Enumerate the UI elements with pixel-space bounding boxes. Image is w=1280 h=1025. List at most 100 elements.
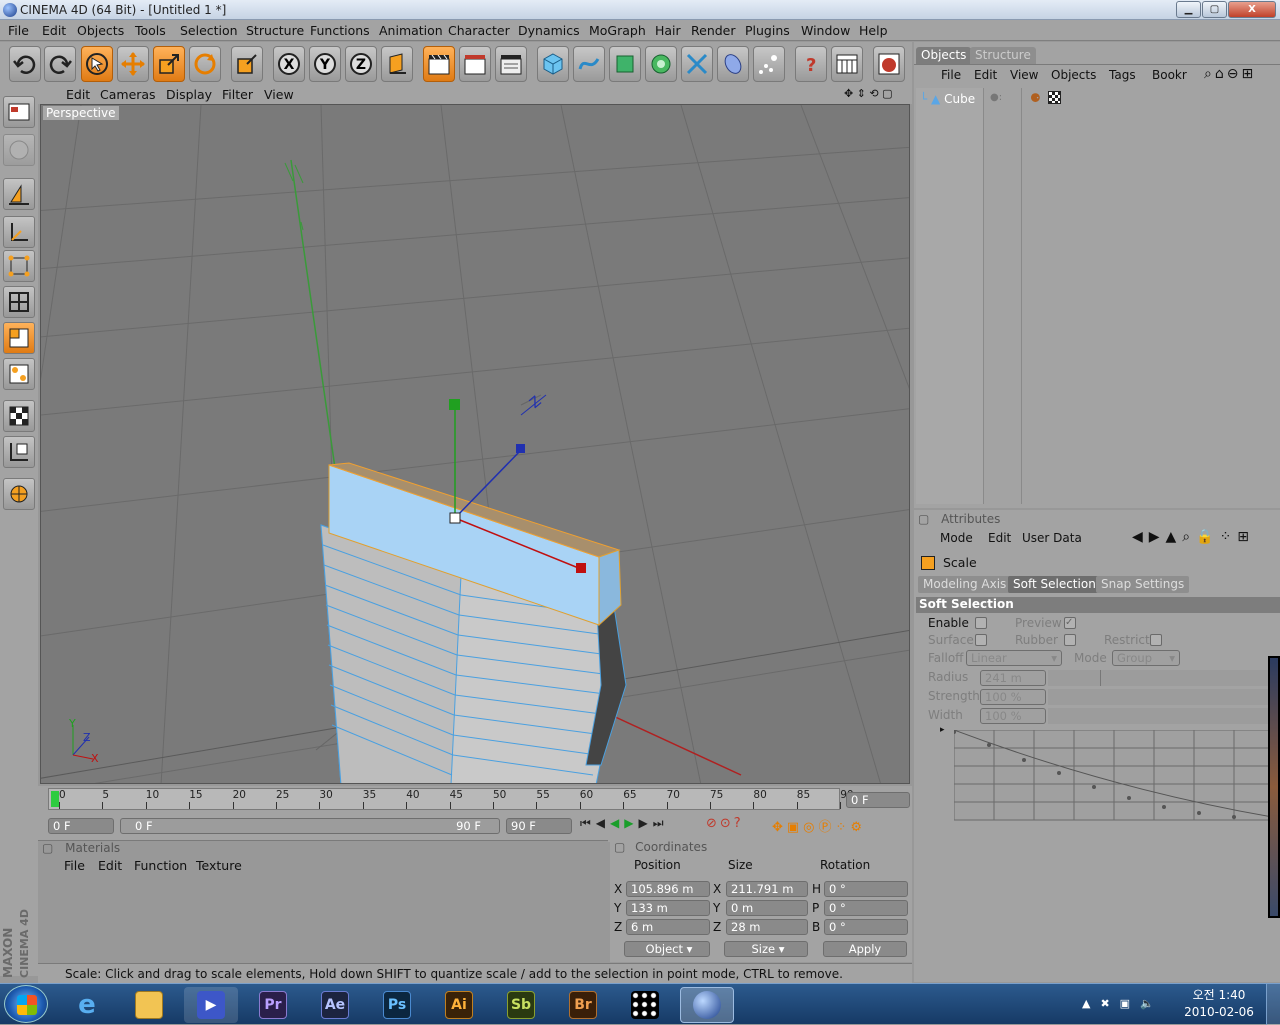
object-row-cube[interactable]: └ ▲ Cube — [920, 92, 984, 108]
cinema4d-app-icon[interactable] — [3, 3, 17, 17]
position-field[interactable]: 133 m — [626, 900, 710, 916]
live-selection-button[interactable] — [81, 46, 113, 82]
phong-tag-icon[interactable]: ⚈ — [1030, 91, 1041, 105]
radius-slider-handle[interactable] — [1100, 670, 1101, 686]
deformer-button[interactable] — [681, 46, 713, 82]
position-field[interactable]: 105.896 m — [626, 881, 710, 897]
rubber-checkbox[interactable] — [1064, 634, 1076, 646]
taskbar-ie[interactable]: e — [60, 987, 114, 1023]
recent-tool-button[interactable] — [231, 46, 263, 82]
render-picture-viewer-button[interactable] — [459, 46, 491, 82]
materials-menu-texture[interactable]: Texture — [196, 858, 242, 873]
start-button[interactable] — [4, 985, 48, 1023]
timeline-button[interactable] — [831, 46, 863, 82]
mode-dropdown[interactable]: Group ▾ — [1112, 650, 1180, 666]
apply-button[interactable]: Apply — [823, 941, 907, 957]
attributes-menu-mode[interactable]: Mode — [940, 531, 973, 545]
taskbar-soundbooth[interactable]: Sb — [494, 987, 548, 1023]
workplane-button[interactable] — [3, 436, 35, 468]
radius-field[interactable]: 241 m — [980, 670, 1046, 686]
position-field[interactable]: 6 m — [626, 919, 710, 935]
y-axis-lock-button[interactable]: Y — [309, 46, 341, 82]
edges-mode-button[interactable] — [3, 286, 35, 318]
scale-button[interactable] — [153, 46, 185, 82]
strength-slider[interactable] — [1048, 689, 1280, 705]
objects-menu-edit[interactable]: Edit — [974, 68, 997, 82]
taskbar-photoshop[interactable]: Ps — [370, 987, 424, 1023]
falloff-graph-expand-icon[interactable]: ▸ — [940, 725, 945, 735]
tab-objects[interactable]: Objects — [916, 47, 972, 64]
spline-pen-button[interactable] — [573, 46, 605, 82]
width-slider[interactable] — [1048, 708, 1280, 724]
end-frame-field[interactable]: 90 F — [506, 818, 572, 834]
taskbar-illustrator[interactable]: Ai — [432, 987, 486, 1023]
rotation-field[interactable]: 0 ° — [824, 919, 908, 935]
light-button[interactable] — [753, 46, 785, 82]
layout-button[interactable] — [3, 96, 35, 128]
taskbar-premiere[interactable]: Pr — [246, 987, 300, 1023]
menu-character[interactable]: Character — [448, 23, 510, 38]
viewport-menu-edit[interactable]: Edit — [66, 87, 90, 102]
timeline-ruler[interactable]: 051015202530354045505560657075808590 — [48, 788, 854, 810]
radius-slider[interactable] — [1048, 670, 1280, 686]
menu-help[interactable]: Help — [859, 23, 888, 38]
object-axis-button[interactable] — [3, 216, 35, 248]
nurbs-button[interactable] — [609, 46, 641, 82]
objects-menu-bookmarks[interactable]: Bookr — [1152, 68, 1187, 82]
width-field[interactable]: 100 % — [980, 708, 1046, 724]
perspective-viewport[interactable]: Z Y Z X Perspective — [40, 104, 910, 784]
keyframe-buttons[interactable]: ✥▣◎Ⓟ⁘⚙ — [772, 816, 912, 836]
coordinate-system-button[interactable] — [381, 46, 413, 82]
tab-snap-settings[interactable]: Snap Settings — [1096, 576, 1190, 593]
objects-menu-file[interactable]: File — [941, 68, 961, 82]
materials-menu-function[interactable]: Function — [134, 858, 187, 873]
size-field[interactable]: 211.791 m — [726, 881, 808, 897]
points-mode-button[interactable] — [3, 250, 35, 282]
enable-checkbox[interactable] — [975, 617, 987, 629]
help-button[interactable]: ? — [795, 46, 827, 82]
start-frame-field[interactable]: 0 F — [48, 818, 114, 834]
menu-window[interactable]: Window — [801, 23, 850, 38]
texture-tag-icon[interactable] — [1048, 91, 1061, 104]
materials-menu-file[interactable]: File — [64, 858, 85, 873]
model-mode-button[interactable] — [3, 178, 35, 210]
visibility-dots-icon[interactable]: ●: — [990, 92, 1002, 103]
current-frame-field[interactable]: 0 F — [846, 792, 910, 808]
record-buttons[interactable]: ⊘⊙? — [706, 816, 766, 836]
undo-button[interactable] — [9, 46, 41, 82]
menu-tools[interactable]: Tools — [135, 23, 166, 38]
menu-dynamics[interactable]: Dynamics — [518, 23, 580, 38]
viewport-menu-filter[interactable]: Filter — [222, 87, 253, 102]
texture-mode-button[interactable] — [3, 400, 35, 432]
attributes-nav-icons[interactable]: ◀▶▲⌕🔒⁘⊞ — [1132, 529, 1255, 545]
menu-selection[interactable]: Selection — [180, 23, 238, 38]
falloff-curve-graph[interactable] — [954, 730, 1278, 822]
rotation-field[interactable]: 0 ° — [824, 881, 908, 897]
viewport-nav-icons[interactable]: ✥ ⇕ ⟲ ▢ — [844, 87, 893, 100]
attributes-menu-edit[interactable]: Edit — [988, 531, 1011, 545]
preview-checkbox[interactable]: ✓ — [1064, 617, 1076, 629]
objects-menu-view[interactable]: View — [1010, 68, 1038, 82]
coordinate-mode-dropdown[interactable]: Object ▾ — [624, 941, 710, 957]
viewport-menu-view[interactable]: View — [264, 87, 294, 102]
preview-range-slider[interactable]: 0 F 90 F — [120, 818, 500, 834]
menu-file[interactable]: File — [8, 23, 29, 38]
scene-object-button[interactable] — [717, 46, 749, 82]
z-axis-lock-button[interactable]: Z — [345, 46, 377, 82]
tab-modeling-axis[interactable]: Modeling Axis — [918, 576, 1012, 593]
objects-menu-objects[interactable]: Objects — [1051, 68, 1096, 82]
web-button[interactable] — [873, 46, 905, 82]
system-tray-icons[interactable]: ▲✖▣🔈 — [1082, 997, 1164, 1010]
falloff-dropdown[interactable]: Linear ▾ — [966, 650, 1062, 666]
maximize-button[interactable]: ▢ — [1202, 1, 1227, 18]
taskbar-media-player[interactable]: ▶ — [184, 987, 238, 1023]
restrict-checkbox[interactable] — [1150, 634, 1162, 646]
rotation-field[interactable]: 0 ° — [824, 900, 908, 916]
taskbar-after-effects[interactable]: Ae — [308, 987, 362, 1023]
size-mode-dropdown[interactable]: Size ▾ — [724, 941, 808, 957]
taskbar-explorer[interactable] — [122, 987, 176, 1023]
time-cursor[interactable] — [51, 791, 59, 807]
size-field[interactable]: 0 m — [726, 900, 808, 916]
tab-soft-selection[interactable]: Soft Selection — [1008, 576, 1101, 593]
menu-mograph[interactable]: MoGraph — [589, 23, 646, 38]
